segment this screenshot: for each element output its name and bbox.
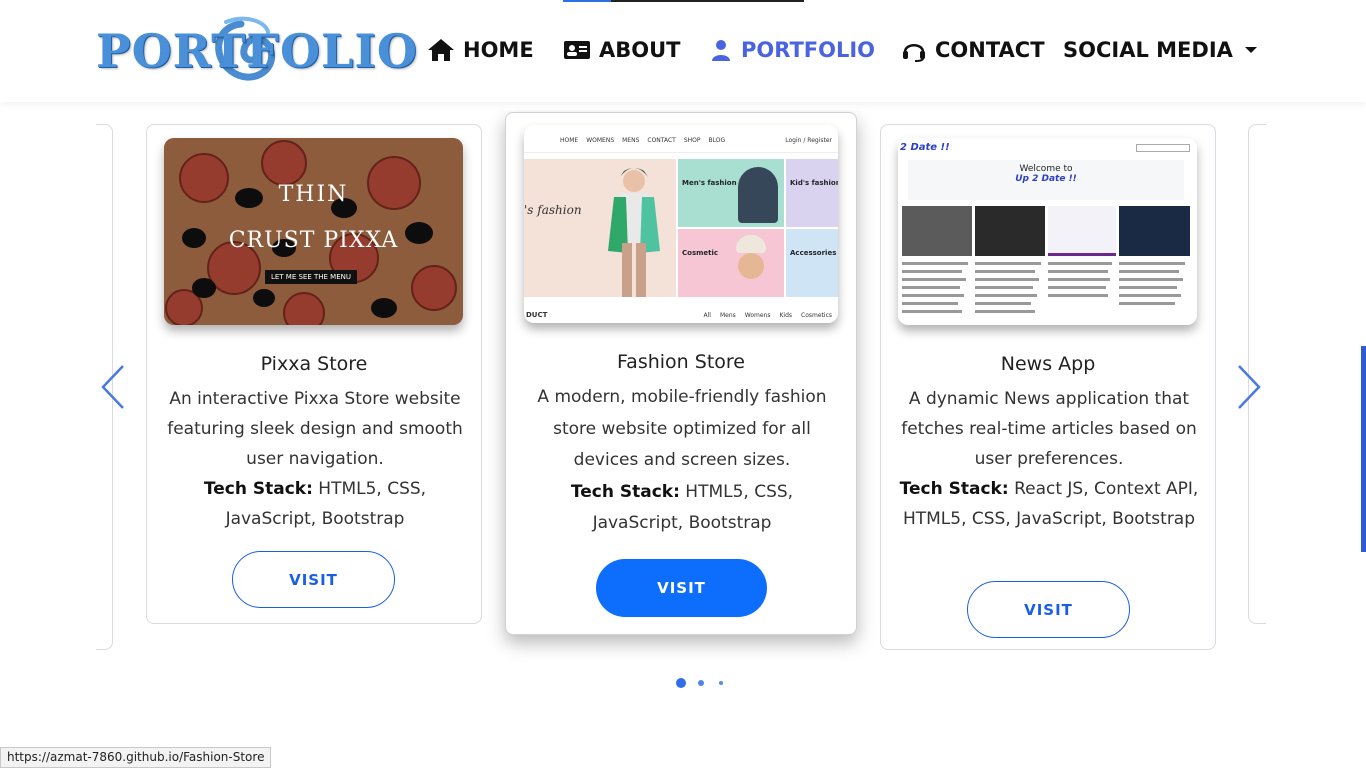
- pagination-dot[interactable]: [719, 681, 723, 685]
- home-icon: [428, 39, 454, 61]
- portfolio-carousel: THIN CRUST PIXXA LET ME SEE THE MENU Pix…: [96, 110, 1266, 670]
- fashion-preview-footer: DUCT All Mens Womens Kids Cosmetics: [526, 311, 832, 319]
- scroll-progress-bar: [563, 0, 804, 2]
- project-title: News App: [1000, 353, 1096, 375]
- news-welcome-banner: Welcome to Up 2 Date !!: [908, 160, 1184, 200]
- pixxa-preview-image: THIN CRUST PIXXA LET ME SEE THE MENU: [164, 138, 463, 325]
- visit-button[interactable]: VISIT: [596, 559, 767, 617]
- navbar: PORTFOLIO HOME ABOUT PORTFOLIO CONTACT S…: [0, 0, 1366, 102]
- nav-social-media-label: SOCIAL MEDIA: [1063, 38, 1233, 62]
- nav-portfolio[interactable]: PORTFOLIO: [709, 30, 875, 70]
- chevron-right-icon: [1238, 365, 1261, 409]
- nav-portfolio-label: PORTFOLIO: [741, 38, 876, 62]
- link-status-bar: https://azmat-7860.github.io/Fashion-Sto…: [0, 747, 272, 768]
- chevron-left-icon: [101, 365, 124, 409]
- pixxa-preview-tag: LET ME SEE THE MENU: [265, 270, 357, 284]
- project-description: A dynamic News application that fetches …: [899, 389, 1199, 529]
- carousel-next-button[interactable]: [1234, 364, 1264, 410]
- nav-social-media-dropdown[interactable]: SOCIAL MEDIA: [1063, 30, 1257, 70]
- fashion-hero: 's fashion: [524, 159, 676, 297]
- visit-button[interactable]: VISIT: [967, 581, 1130, 638]
- nav-home-label: HOME: [463, 38, 534, 62]
- pagination-dot[interactable]: [698, 680, 704, 686]
- project-description: A modern, mobile-friendly fashion store …: [537, 387, 827, 533]
- project-title: Pixxa Store: [260, 353, 368, 375]
- fashion-tile-men: Men's fashion: [678, 159, 784, 227]
- logo-text: PORTFOLIO: [96, 24, 418, 78]
- user-icon: [712, 40, 730, 61]
- pixxa-preview-line2: CRUST PIXXA: [228, 228, 399, 253]
- project-card-fashion: HOME WOMENS MENS CONTACT SHOP BLOG Login / Re…: [505, 112, 857, 635]
- id-card-icon: [564, 41, 590, 59]
- headset-icon: [903, 44, 925, 62]
- chevron-down-icon: [1244, 47, 1257, 53]
- pixxa-preview-line1: THIN: [278, 182, 349, 207]
- nav-home[interactable]: HOME: [427, 30, 534, 70]
- fashion-preview-nav: HOME WOMENS MENS CONTACT SHOP BLOG Login / Re…: [524, 125, 838, 153]
- project-card-pixxa: THIN CRUST PIXXA LET ME SEE THE MENU Pix…: [146, 124, 482, 624]
- visit-button[interactable]: VISIT: [232, 551, 395, 608]
- pagination-dot-active[interactable]: [676, 678, 686, 688]
- fashion-tile-accessories: Accessories: [786, 229, 838, 297]
- fashion-tile-cosmetic: Cosmetic: [678, 229, 784, 297]
- nav-about-label: ABOUT: [599, 38, 681, 62]
- project-description: An interactive Pixxa Store website featu…: [167, 389, 463, 529]
- nav-about[interactable]: ABOUT: [563, 30, 681, 70]
- scrollbar-thumb[interactable]: [1361, 346, 1366, 552]
- carousel-prev-button[interactable]: [98, 364, 128, 410]
- nav-contact[interactable]: CONTACT: [901, 30, 1045, 70]
- project-title: Fashion Store: [617, 351, 745, 373]
- logo[interactable]: PORTFOLIO: [96, 16, 417, 86]
- carousel-pagination: [0, 678, 1366, 688]
- fashion-tile-kids: Kid's fashion: [786, 159, 838, 227]
- news-preview-image: 2 Date !! Welcome to Up 2 Date !!: [898, 138, 1197, 325]
- fashion-preview-image: HOME WOMENS MENS CONTACT SHOP BLOG Login / Re…: [524, 125, 838, 323]
- project-card-news: 2 Date !! Welcome to Up 2 Date !! News A…: [880, 124, 1216, 650]
- nav-contact-label: CONTACT: [935, 38, 1045, 62]
